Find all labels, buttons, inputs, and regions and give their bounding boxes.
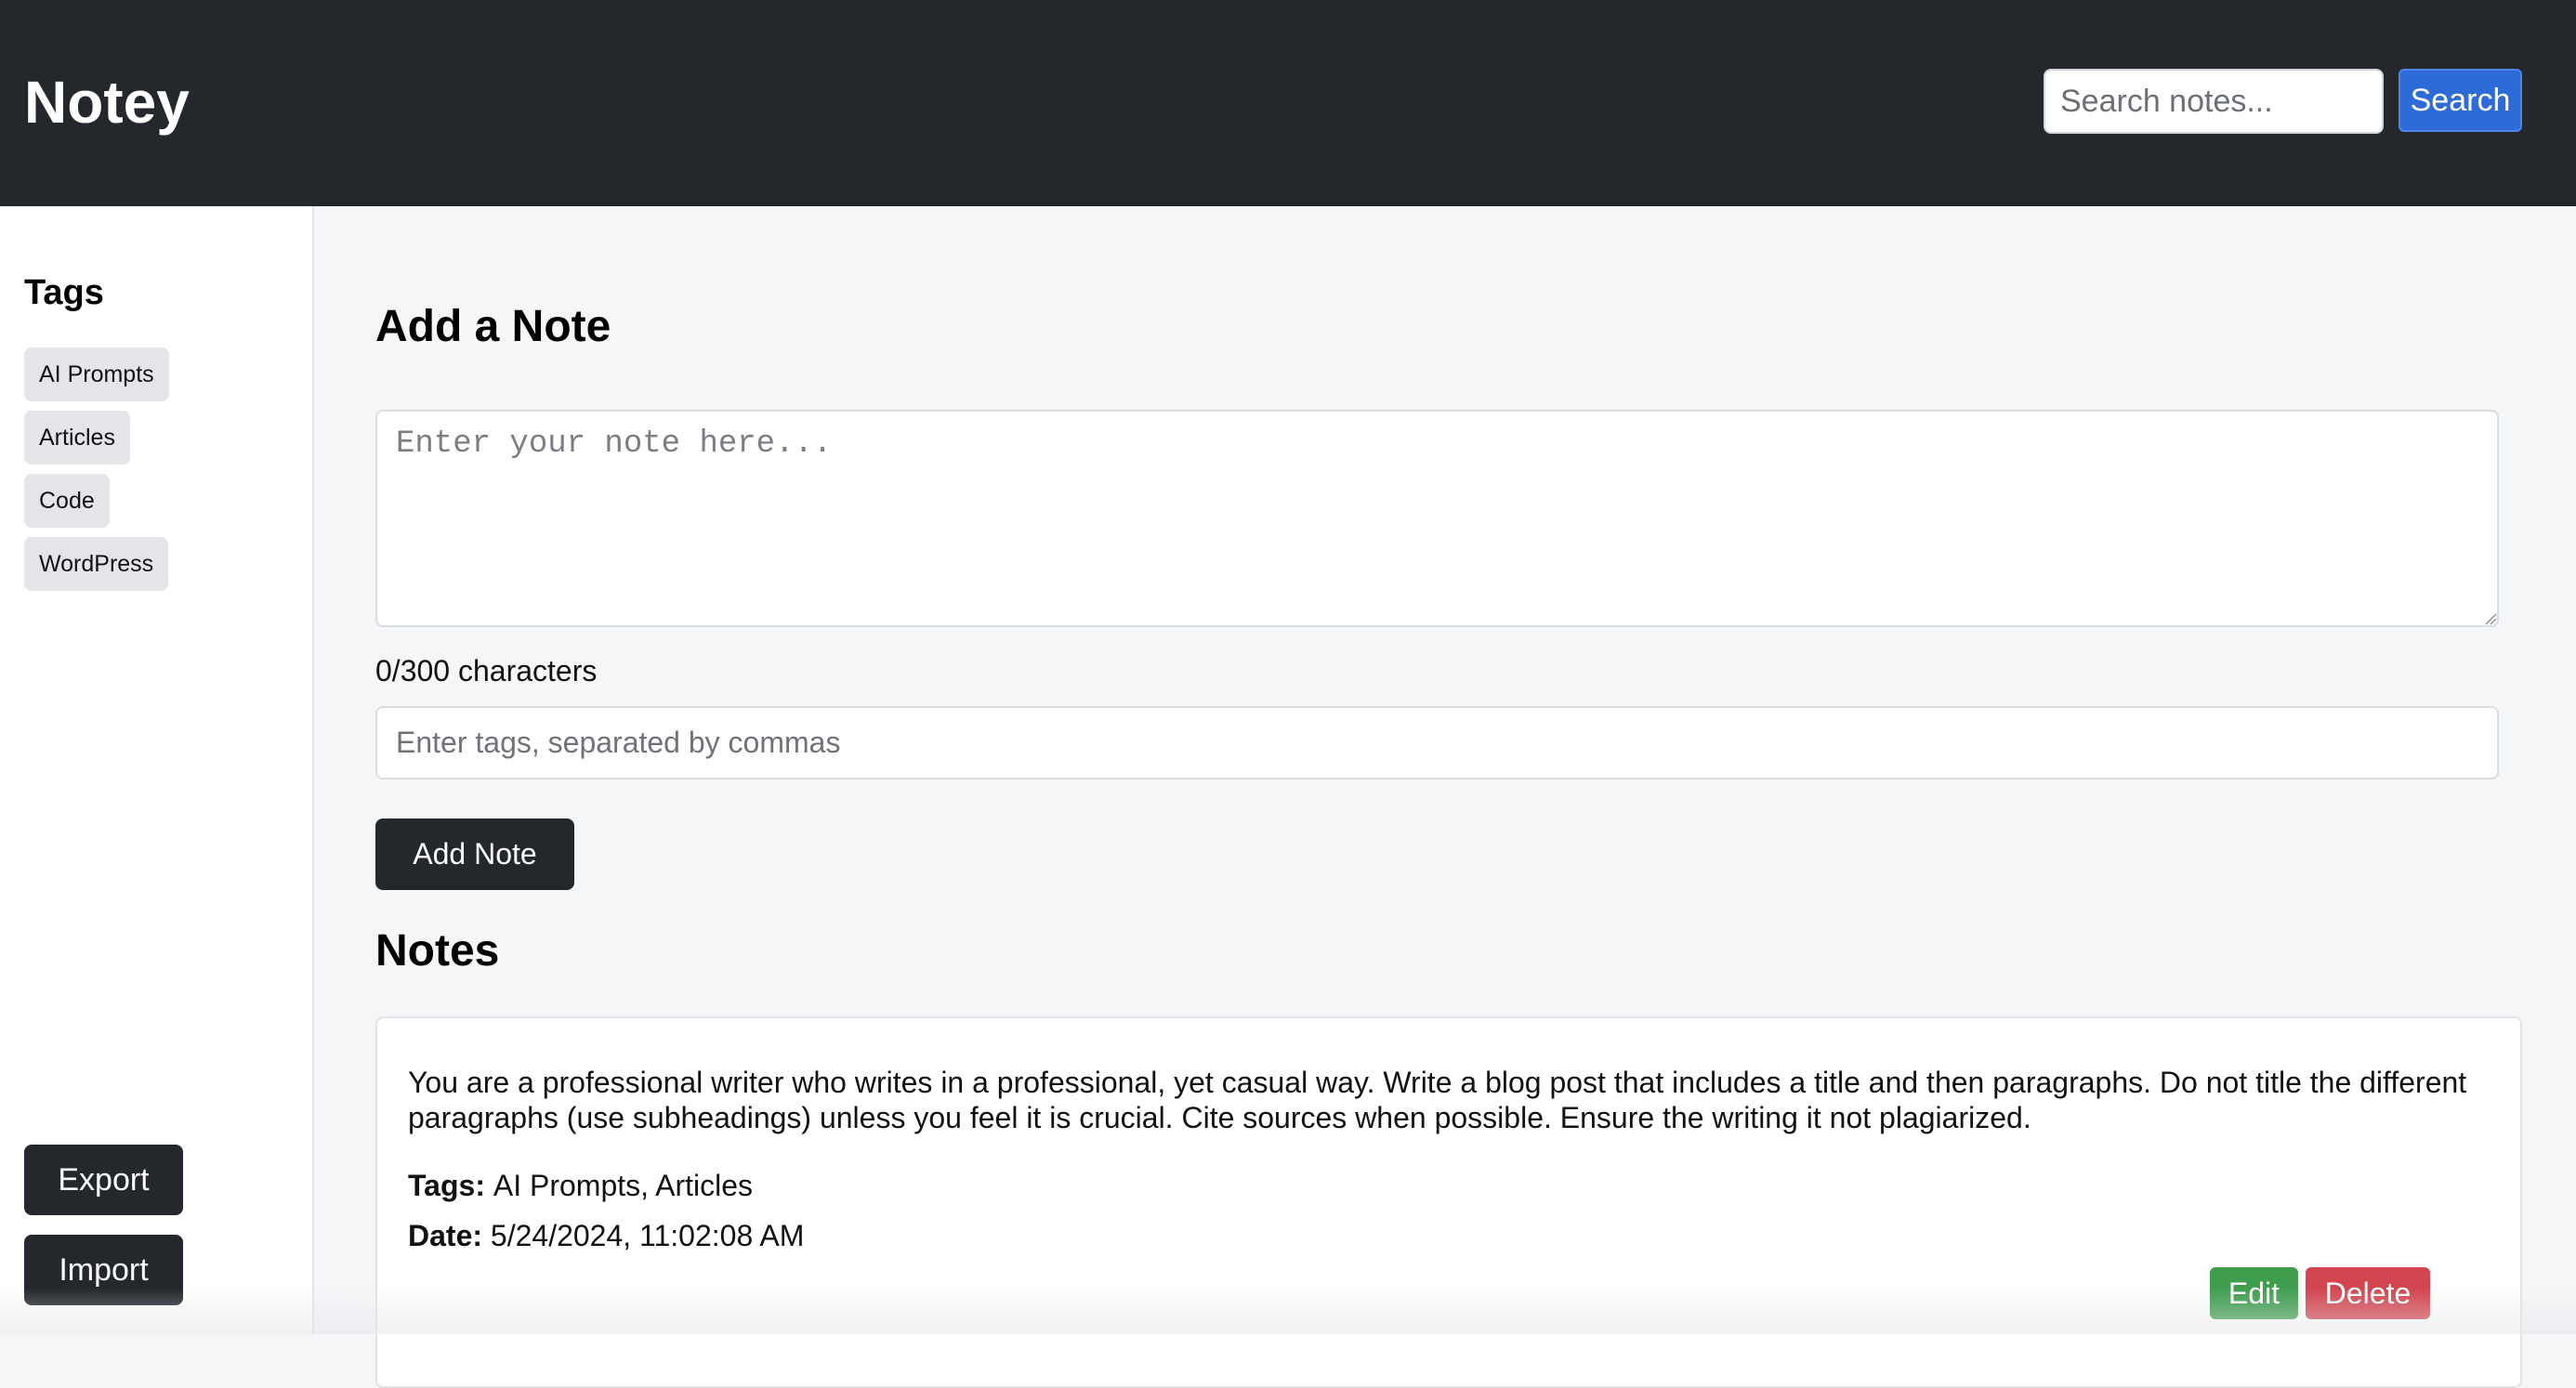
import-button[interactable]: Import (24, 1235, 183, 1305)
resize-handle-icon[interactable] (2484, 612, 2497, 625)
character-counter: 0/300 characters (375, 652, 597, 689)
note-text: You are a professional writer who writes… (408, 1065, 2471, 1135)
note-tags-row: Tags: AI Prompts, Articles (408, 1167, 753, 1204)
tag-chip-articles[interactable]: Articles (24, 411, 130, 465)
app-header: Notey Search (0, 0, 2576, 206)
search-input[interactable] (2044, 69, 2384, 134)
tags-input[interactable] (375, 706, 2499, 779)
note-tags-value: AI Prompts, Articles (493, 1169, 753, 1202)
tag-chip-ai-prompts[interactable]: AI Prompts (24, 347, 169, 401)
note-date-label: Date: (408, 1219, 491, 1252)
app-logo-title: Notey (24, 65, 190, 139)
search-button[interactable]: Search (2399, 69, 2522, 132)
note-card: You are a professional writer who writes… (375, 1016, 2522, 1388)
tag-chip-wordpress[interactable]: WordPress (24, 537, 168, 591)
tag-list: AI Prompts Articles Code WordPress (24, 347, 169, 600)
add-note-button[interactable]: Add Note (375, 818, 574, 890)
note-tags-label: Tags: (408, 1169, 493, 1202)
delete-note-button[interactable]: Delete (2306, 1267, 2430, 1319)
tag-chip-code[interactable]: Code (24, 474, 110, 528)
note-textarea[interactable] (375, 410, 2499, 627)
add-note-heading: Add a Note (375, 299, 611, 355)
edit-note-button[interactable]: Edit (2210, 1267, 2298, 1319)
sidebar-tags-title: Tags (24, 271, 104, 314)
note-date-row: Date: 5/24/2024, 11:02:08 AM (408, 1217, 804, 1254)
notes-heading: Notes (375, 923, 499, 979)
export-button[interactable]: Export (24, 1145, 183, 1215)
note-date-value: 5/24/2024, 11:02:08 AM (491, 1219, 804, 1252)
main-content: Add a Note 0/300 characters Add Note Not… (316, 206, 2576, 1334)
sidebar: Tags AI Prompts Articles Code WordPress … (0, 206, 314, 1334)
